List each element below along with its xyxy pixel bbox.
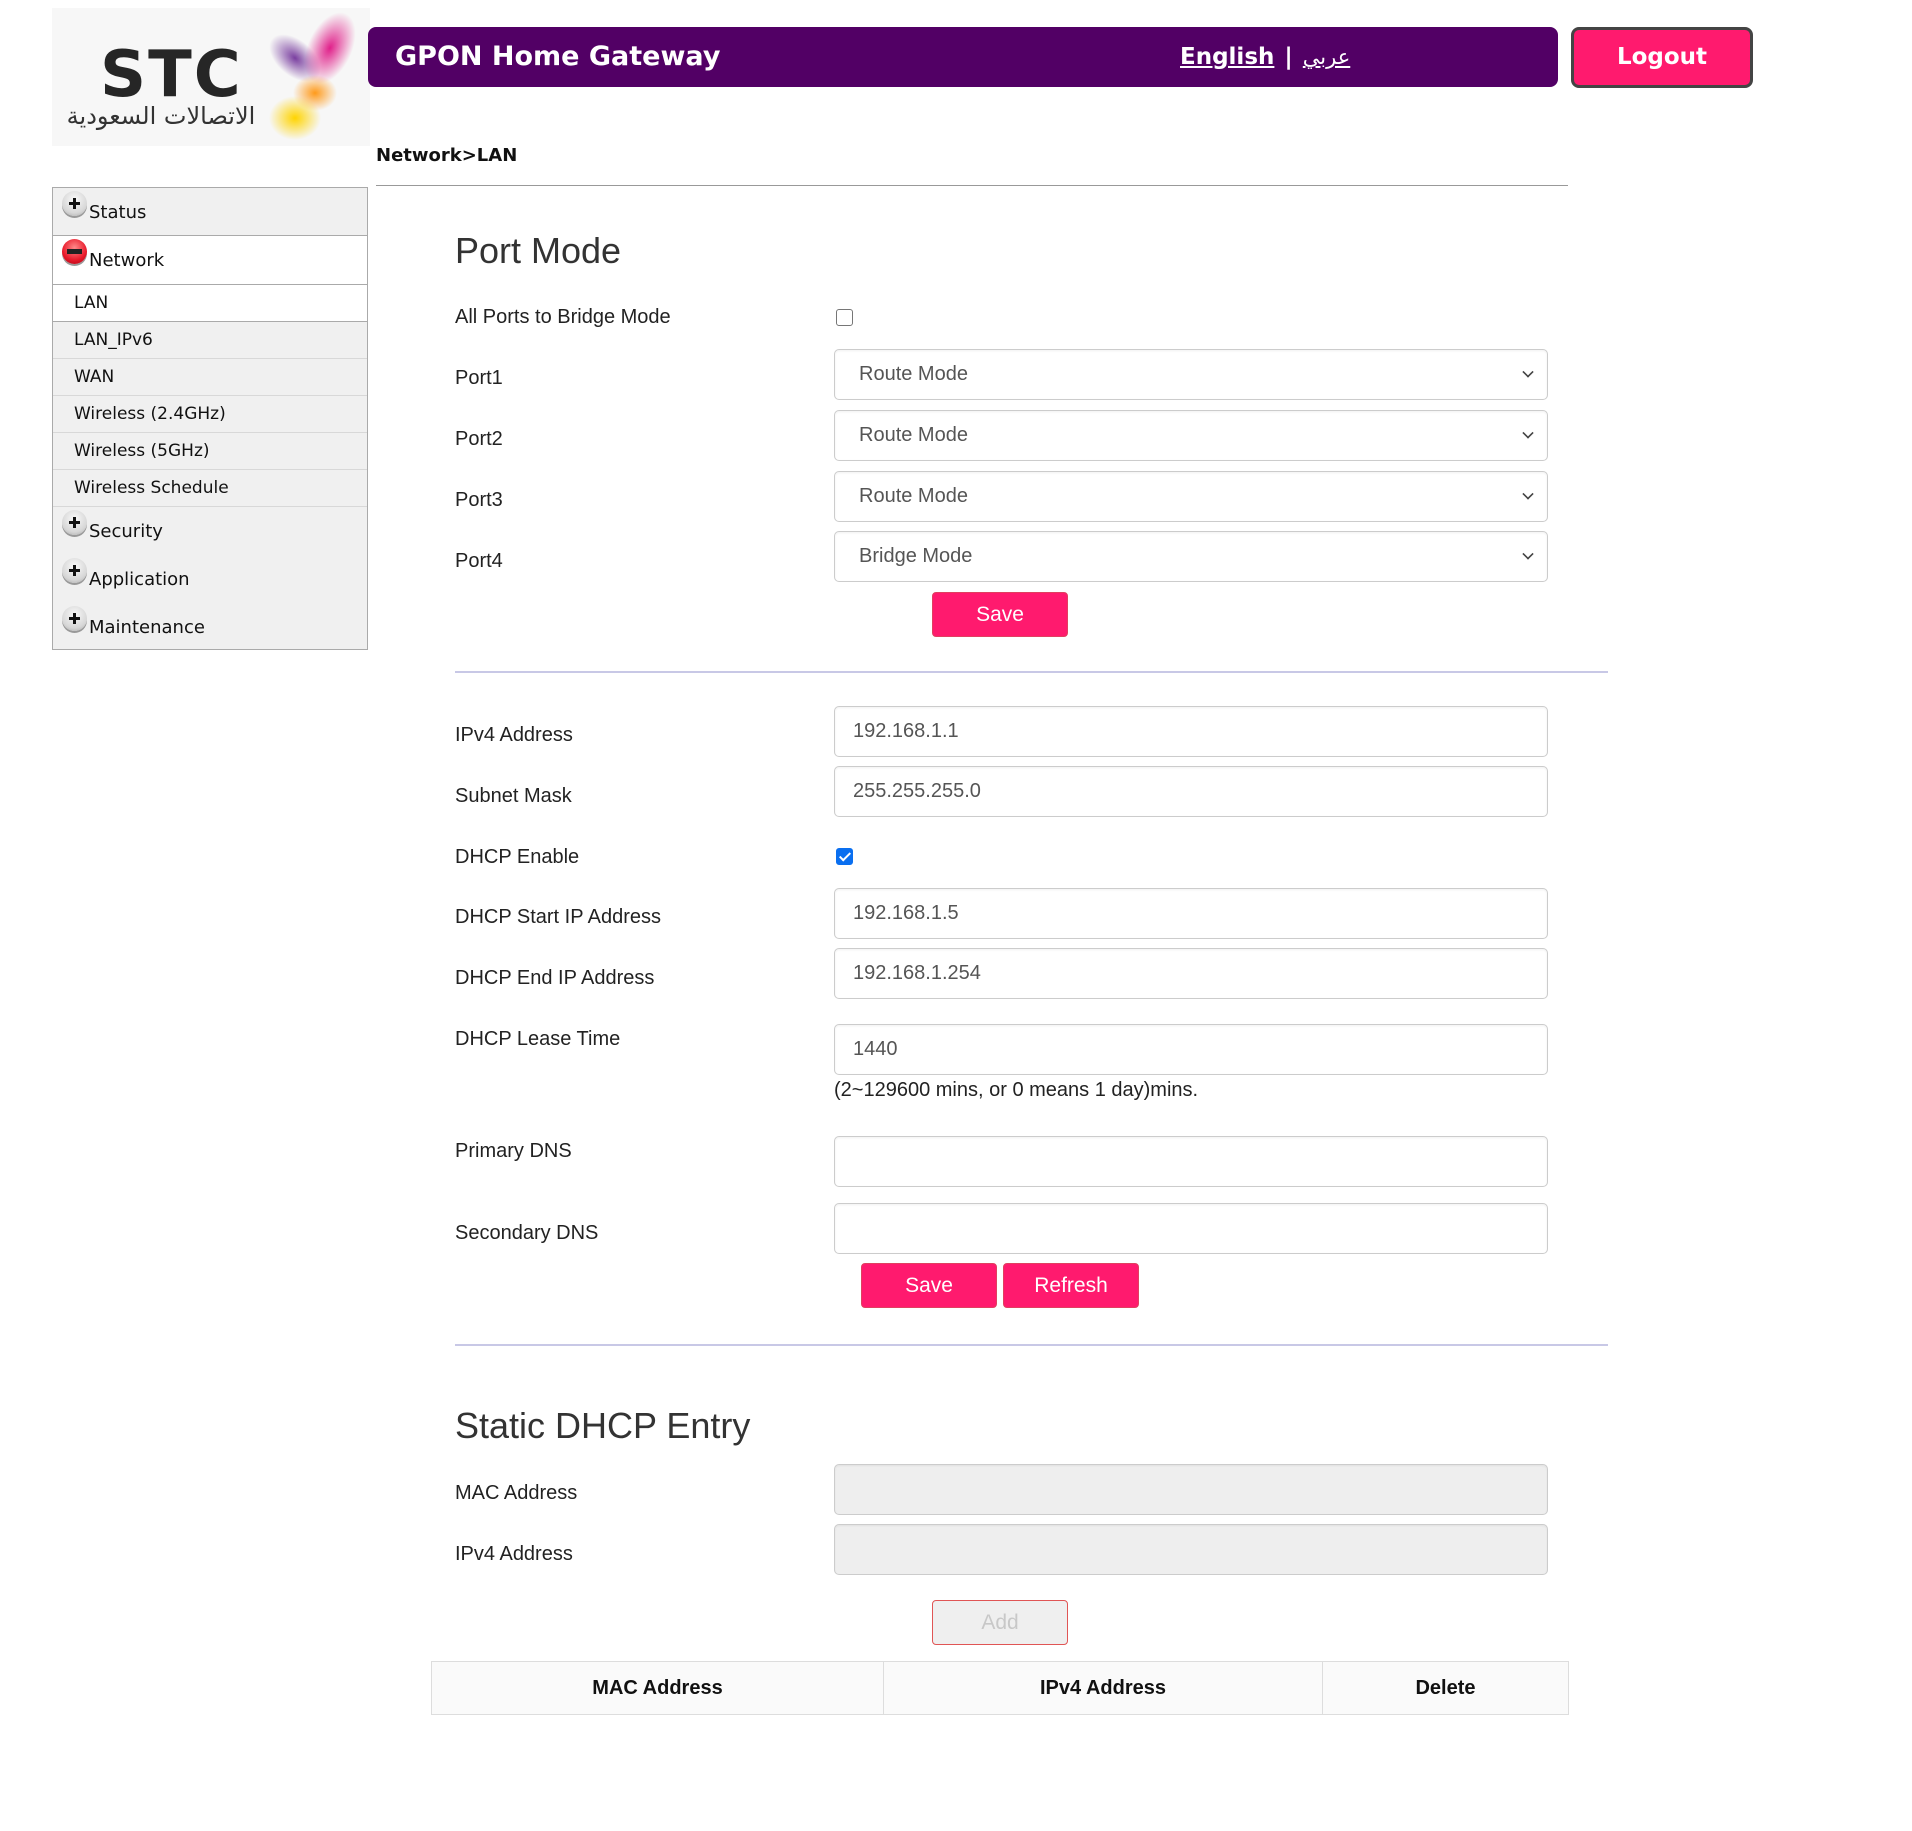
- brand-name: STC: [100, 38, 243, 112]
- language-switcher: English | عربي: [1180, 44, 1350, 70]
- sidebar-item-label: Status: [89, 202, 147, 223]
- secondary-dns-input[interactable]: [834, 1203, 1548, 1254]
- stc-swoosh-icon: [269, 12, 356, 140]
- chevron-down-icon: [1522, 548, 1534, 560]
- primary-dns-label: Primary DNS: [455, 1140, 572, 1162]
- expand-plus-icon: [62, 606, 87, 631]
- collapse-minus-icon: [62, 239, 87, 264]
- sidebar-item-status[interactable]: Status: [53, 188, 367, 236]
- static-ipv4-input[interactable]: [834, 1524, 1548, 1575]
- port3-mode-select[interactable]: Route Mode: [834, 471, 1548, 522]
- lan-refresh-button[interactable]: Refresh: [1003, 1263, 1139, 1308]
- stc-logo: STC الاتصالات السعودية: [52, 8, 370, 146]
- table-header-delete: Delete: [1415, 1677, 1476, 1699]
- brand-arabic-name: الاتصالات السعودية: [66, 102, 256, 130]
- sidebar-item-network[interactable]: Network: [53, 236, 367, 285]
- header-bar: GPON Home Gateway English | عربي: [368, 27, 1558, 87]
- static-mac-label: MAC Address: [455, 1482, 578, 1504]
- static-ipv4-label: IPv4 Address: [455, 1543, 573, 1565]
- static-dhcp-title: Static DHCP Entry: [455, 1405, 751, 1446]
- static-mac-input[interactable]: [834, 1464, 1548, 1515]
- expand-plus-icon: [62, 191, 87, 216]
- all-ports-bridge-checkbox[interactable]: [836, 309, 853, 326]
- chevron-down-icon: [1522, 488, 1534, 500]
- port4-mode-select[interactable]: Bridge Mode: [834, 531, 1548, 582]
- lease-time-hint: (2~129600 mins, or 0 means 1 day)mins.: [834, 1079, 1199, 1101]
- english-link[interactable]: English: [1180, 44, 1274, 70]
- lan-save-button[interactable]: Save: [861, 1263, 997, 1308]
- sidebar-item-security[interactable]: Security: [53, 507, 367, 555]
- dhcp-end-input[interactable]: 192.168.1.254: [834, 948, 1548, 999]
- section-divider: [455, 1344, 1608, 1346]
- dhcp-enable-label: DHCP Enable: [455, 846, 580, 868]
- ipv4-address-input[interactable]: 192.168.1.1: [834, 706, 1548, 757]
- chevron-down-icon: [1522, 366, 1534, 378]
- dhcp-enable-checkbox[interactable]: [836, 848, 853, 865]
- sidebar-item-maintenance[interactable]: Maintenance: [53, 603, 367, 649]
- ipv4-address-label: IPv4 Address: [455, 724, 573, 746]
- breadcrumb: Network>LAN: [376, 145, 518, 166]
- all-ports-bridge-label: All Ports to Bridge Mode: [455, 306, 671, 328]
- breadcrumb-divider: [376, 185, 1568, 186]
- port-mode-save-button[interactable]: Save: [932, 592, 1068, 637]
- port3-label: Port3: [455, 489, 503, 511]
- static-add-button[interactable]: Add: [932, 1600, 1068, 1645]
- sidebar-subitem-lan[interactable]: LAN: [53, 285, 367, 322]
- lease-time-input[interactable]: 1440: [834, 1024, 1548, 1075]
- sidebar-subitem-wireless-24ghz[interactable]: Wireless (2.4GHz): [53, 396, 367, 433]
- sidebar-item-label: Maintenance: [89, 617, 205, 638]
- dhcp-start-label: DHCP Start IP Address: [455, 906, 662, 928]
- port3-mode-value: Route Mode: [859, 485, 968, 507]
- port4-mode-value: Bridge Mode: [859, 545, 973, 567]
- primary-dns-input[interactable]: [834, 1136, 1548, 1187]
- sidebar: Status Network LAN LAN_IPv6 WAN Wireless…: [52, 187, 368, 650]
- port2-mode-value: Route Mode: [859, 424, 968, 446]
- static-dhcp-table: MAC Address IPv4 Address Delete: [431, 1661, 1569, 1715]
- dhcp-start-input[interactable]: 192.168.1.5: [834, 888, 1548, 939]
- sidebar-item-label: Security: [89, 521, 163, 542]
- expand-plus-icon: [62, 558, 87, 583]
- arabic-link[interactable]: عربي: [1303, 45, 1350, 69]
- sidebar-subitem-wireless-5ghz[interactable]: Wireless (5GHz): [53, 433, 367, 470]
- subnet-mask-input[interactable]: 255.255.255.0: [834, 766, 1548, 817]
- lease-time-label: DHCP Lease Time: [455, 1028, 621, 1050]
- language-separator: |: [1284, 44, 1293, 70]
- port1-label: Port1: [455, 367, 503, 389]
- sidebar-item-application[interactable]: Application: [53, 555, 367, 603]
- port1-mode-value: Route Mode: [859, 363, 968, 385]
- app-title: GPON Home Gateway: [395, 41, 721, 72]
- dhcp-end-label: DHCP End IP Address: [455, 967, 655, 989]
- port1-mode-select[interactable]: Route Mode: [834, 349, 1548, 400]
- port2-label: Port2: [455, 428, 503, 450]
- port-mode-title: Port Mode: [455, 230, 622, 271]
- port2-mode-select[interactable]: Route Mode: [834, 410, 1548, 461]
- sidebar-item-label: Application: [89, 569, 190, 590]
- sidebar-subitem-lan-ipv6[interactable]: LAN_IPv6: [53, 322, 367, 359]
- subnet-mask-label: Subnet Mask: [455, 785, 572, 807]
- section-divider: [455, 671, 1608, 673]
- table-header-ipv4: IPv4 Address: [884, 1662, 1323, 1714]
- table-header-mac: MAC Address: [432, 1662, 884, 1714]
- sidebar-item-label: Network: [89, 250, 165, 271]
- secondary-dns-label: Secondary DNS: [455, 1222, 599, 1244]
- sidebar-subitem-wireless-schedule[interactable]: Wireless Schedule: [53, 470, 367, 507]
- logout-button[interactable]: Logout: [1571, 27, 1753, 88]
- sidebar-subitem-wan[interactable]: WAN: [53, 359, 367, 396]
- chevron-down-icon: [1522, 427, 1534, 439]
- port4-label: Port4: [455, 550, 503, 572]
- expand-plus-icon: [62, 510, 87, 535]
